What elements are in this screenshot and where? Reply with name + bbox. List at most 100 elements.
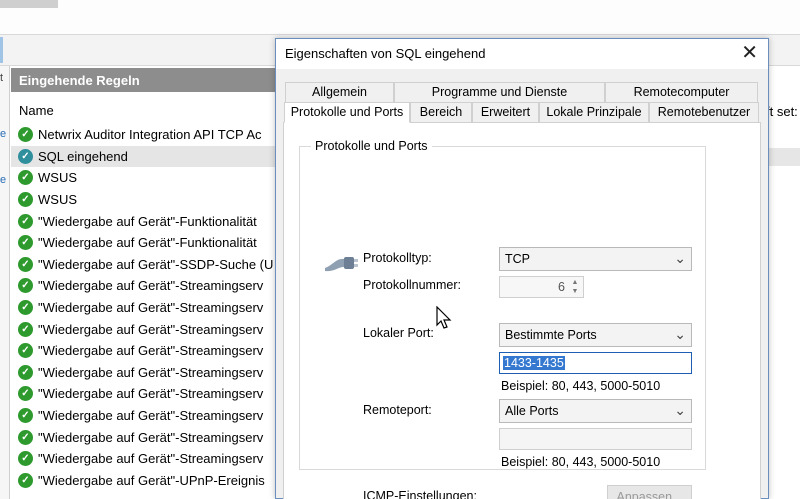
rule-name: "Wiedergabe auf Gerät"-Streamingserv xyxy=(38,321,264,337)
table-row[interactable]: ✓ "Wiedergabe auf Gerät"-Streamingserv xyxy=(11,362,275,384)
chevron-down-icon: ⌄ xyxy=(674,326,686,342)
remote-port-example: Beispiel: 80, 443, 5000-5010 xyxy=(501,455,661,469)
table-row[interactable]: ✓ "Wiedergabe auf Gerät"-Funktionalität xyxy=(11,210,275,232)
check-circle-icon: ✓ xyxy=(18,364,33,380)
check-circle-icon: ✓ xyxy=(18,235,33,251)
local-port-mode-value: Bestimmte Ports xyxy=(505,328,597,342)
protocol-type-select[interactable]: TCP ⌄ xyxy=(499,247,692,271)
table-row[interactable]: ✓ WSUS xyxy=(11,167,275,189)
rule-name: "Wiedergabe auf Gerät"-Streamingserv xyxy=(38,451,264,467)
dialog-title: Eigenschaften von SQL eingehend xyxy=(285,46,486,61)
rule-name: "Wiedergabe auf Gerät"-Streamingserv xyxy=(38,386,264,402)
rule-name: "Wiedergabe auf Gerät"-Streamingserv xyxy=(38,300,264,316)
table-row[interactable]: ✓ "Wiedergabe auf Gerät"-Streamingserv xyxy=(11,448,275,470)
local-port-select[interactable]: Bestimmte Ports ⌄ xyxy=(499,323,692,347)
table-row[interactable]: ✓ "Wiedergabe auf Gerät"-SSDP-Suche (U xyxy=(11,254,275,276)
local-port-value: 1433-1435 xyxy=(503,356,565,370)
mouse-cursor-icon xyxy=(436,306,452,329)
local-port-label: Lokaler Port: xyxy=(363,326,434,340)
left-tree-strip: t e e xyxy=(0,66,10,499)
protocol-type-value: TCP xyxy=(505,252,530,266)
remote-port-label: Remoteport: xyxy=(363,403,432,417)
rule-name: SQL eingehend xyxy=(38,148,128,164)
customize-button[interactable]: Anpassen... xyxy=(607,485,692,499)
remote-port-input[interactable] xyxy=(499,428,692,450)
icmp-settings-label: ICMP-Einstellungen: xyxy=(363,489,477,499)
group-title: Protokolle und Ports xyxy=(311,139,432,153)
chevron-down-icon: ⌄ xyxy=(674,402,686,418)
table-row[interactable]: ✓ "Wiedergabe auf Gerät"-UPnP-Ereignis xyxy=(11,470,275,492)
title-fragment xyxy=(0,0,58,8)
rule-name: WSUS xyxy=(38,170,77,186)
toolbar-edge xyxy=(0,37,3,63)
protocol-number-value: 6 xyxy=(558,280,565,294)
pane-title: Eingehende Regeln xyxy=(11,68,275,92)
background-title-area xyxy=(0,0,800,34)
remote-port-mode-value: Alle Ports xyxy=(505,404,559,418)
check-circle-icon: ✓ xyxy=(18,386,33,402)
check-circle-icon: ✓ xyxy=(18,148,33,164)
table-row[interactable]: ✓ "Wiedergabe auf Gerät"-Streamingserv xyxy=(11,275,275,297)
rule-name: "Wiedergabe auf Gerät"-Streamingserv xyxy=(38,343,264,359)
check-circle-icon: ✓ xyxy=(18,429,33,445)
table-row[interactable]: ✓ "Wiedergabe auf Gerät"-Streamingserv xyxy=(11,318,275,340)
protocol-type-label: Protokolltyp: xyxy=(363,251,432,265)
table-row[interactable]: ✓ SQL eingehend xyxy=(11,145,275,168)
network-plug-icon xyxy=(325,257,358,272)
rule-name: WSUS xyxy=(38,192,77,208)
local-port-input[interactable]: 1433-1435 xyxy=(499,352,692,374)
spin-arrows-icon[interactable]: ▲ ▼ xyxy=(569,278,581,296)
check-circle-icon: ✓ xyxy=(18,278,33,294)
rule-name: Netwrix Auditor Integration API TCP Ac xyxy=(38,127,262,143)
tree-fragment: e xyxy=(0,174,7,186)
tab-programme-und-dienste[interactable]: Programme und Dienste xyxy=(394,82,605,103)
rule-name: "Wiedergabe auf Gerät"-Funktionalität xyxy=(38,235,257,251)
table-row[interactable]: ✓ "Wiedergabe auf Gerät"-Streamingserv xyxy=(11,340,275,362)
check-circle-icon: ✓ xyxy=(18,170,33,186)
tab-remotecomputer[interactable]: Remotecomputer xyxy=(605,82,758,103)
check-circle-icon: ✓ xyxy=(18,321,33,337)
tab-lokale-prinzipale[interactable]: Lokale Prinzipale xyxy=(539,102,649,123)
table-row[interactable]: ✓ Netwrix Auditor Integration API TCP Ac xyxy=(11,124,275,146)
rule-name: "Wiedergabe auf Gerät"-UPnP-Ereignis xyxy=(38,472,265,488)
rule-name: "Wiedergabe auf Gerät"-Streamingserv xyxy=(38,278,264,294)
tree-fragment: t xyxy=(0,72,4,84)
tree-fragment: e xyxy=(0,128,7,140)
close-icon[interactable]: ✕ xyxy=(741,43,758,63)
tab-erweitert[interactable]: Erweitert xyxy=(472,102,539,123)
chevron-down-icon: ⌄ xyxy=(674,250,686,266)
properties-dialog: Eigenschaften von SQL eingehend ✕ Allgem… xyxy=(275,38,769,499)
check-circle-icon: ✓ xyxy=(18,343,33,359)
tab-bereich[interactable]: Bereich xyxy=(410,102,472,123)
right-selection-fragment xyxy=(768,148,800,166)
local-port-example: Beispiel: 80, 443, 5000-5010 xyxy=(501,379,661,393)
tab-panel: Protokolle und Ports Protokolltyp: TCP ⌄… xyxy=(283,122,761,499)
check-circle-icon: ✓ xyxy=(18,451,33,467)
rule-name: "Wiedergabe auf Gerät"-Streamingserv xyxy=(38,364,264,380)
check-circle-icon: ✓ xyxy=(18,256,33,272)
remote-port-select[interactable]: Alle Ports ⌄ xyxy=(499,399,692,423)
dialog-titlebar: Eigenschaften von SQL eingehend ✕ xyxy=(276,39,768,69)
rules-list: ✓ Netwrix Auditor Integration API TCP Ac ✓… xyxy=(11,124,275,499)
check-circle-icon: ✓ xyxy=(18,300,33,316)
rule-name: "Wiedergabe auf Gerät"-Funktionalität xyxy=(38,213,257,229)
rule-name: "Wiedergabe auf Gerät"-Streamingserv xyxy=(38,429,264,445)
check-circle-icon: ✓ xyxy=(18,213,33,229)
tab-protokolle-und-ports[interactable]: Protokolle und Ports xyxy=(284,102,410,123)
column-header-name[interactable]: Name xyxy=(11,100,275,122)
rule-name: "Wiedergabe auf Gerät"-Streamingserv xyxy=(38,408,264,424)
table-row[interactable]: ✓ "Wiedergabe auf Gerät"-Streamingserv xyxy=(11,426,275,448)
check-circle-icon: ✓ xyxy=(18,127,33,143)
table-row[interactable]: ✓ "Wiedergabe auf Gerät"-Funktionalität xyxy=(11,232,275,254)
table-row[interactable]: ✓ WSUS xyxy=(11,189,275,211)
right-column-fragment: ft set: xyxy=(766,104,798,119)
tab-allgemein[interactable]: Allgemein xyxy=(285,82,394,103)
table-row[interactable]: ✓ "Wiedergabe auf Gerät"-Streamingserv xyxy=(11,297,275,319)
table-row[interactable]: ✓ "Wiedergabe auf Gerät"-Streamingserv xyxy=(11,405,275,427)
check-circle-icon: ✓ xyxy=(18,408,33,424)
protocol-number-stepper[interactable]: 6 ▲ ▼ xyxy=(499,276,584,298)
tab-remotebenutzer[interactable]: Remotebenutzer xyxy=(649,102,759,123)
check-circle-icon: ✓ xyxy=(18,472,33,488)
table-row[interactable]: ✓ "Wiedergabe auf Gerät"-Streamingserv xyxy=(11,383,275,405)
check-circle-icon: ✓ xyxy=(18,192,33,208)
